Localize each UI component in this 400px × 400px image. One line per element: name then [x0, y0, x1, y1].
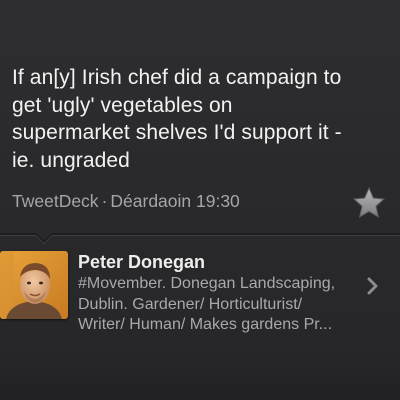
tweet-text: If an[y] Irish chef did a campaign to ge… [12, 66, 342, 172]
author-profile-row[interactable]: Peter Donegan #Movember. Donegan Landsca… [0, 247, 400, 347]
tweet-source[interactable]: TweetDeck [12, 191, 99, 211]
section-divider [0, 232, 400, 246]
tweet-timestamp: Déardaoin 19:30 [110, 191, 240, 211]
author-name: Peter Donegan [78, 252, 206, 272]
chevron-right-icon[interactable] [366, 275, 380, 297]
tweet-detail-screen: If an[y] Irish chef did a campaign to ge… [0, 0, 400, 400]
meta-separator: · [101, 191, 108, 211]
tweet-meta: TweetDeck · Déardaoin 19:30 [12, 191, 240, 212]
author-bio: #Movember. Donegan Landscaping, Dublin. … [78, 275, 336, 333]
bottom-shade [0, 352, 400, 400]
star-icon[interactable] [351, 185, 387, 221]
avatar[interactable] [0, 251, 68, 319]
